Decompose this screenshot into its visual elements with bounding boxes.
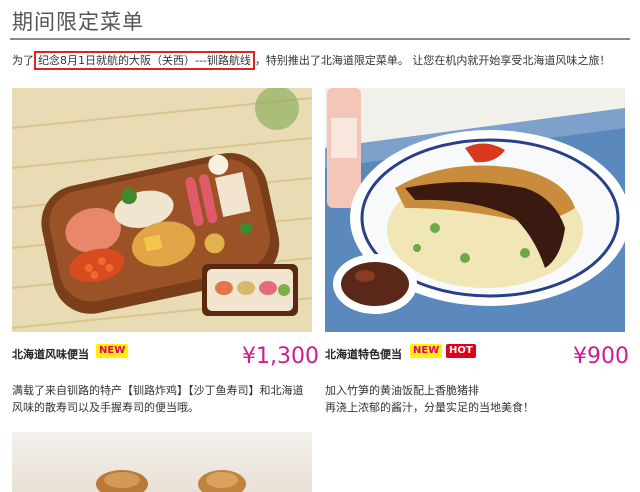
bento-illustration <box>12 88 312 332</box>
price-hokkaido-flavor-bento: ¥1,300 <box>242 344 319 369</box>
next-item-illustration <box>96 470 246 492</box>
intro-highlight: 纪念8月1日就航的大阪（关西）---钏路航线 <box>34 51 255 70</box>
item-name-hokkaido-flavor-bento: 北海道风味便当 <box>12 348 89 361</box>
title-divider <box>10 38 630 40</box>
description-line: 再浇上浓郁的酱汁，分量实足的当地美食！ <box>325 401 534 414</box>
next-item-photo[interactable] <box>12 432 312 492</box>
curry-illustration <box>325 88 625 332</box>
page-title: 期间限定菜单 <box>12 10 144 34</box>
item-name-hokkaido-specialty-bento: 北海道特色便当 <box>325 348 402 361</box>
description-line: 风味的散寿司以及手握寿司的便当哦。 <box>12 401 199 414</box>
description-hokkaido-specialty-bento: 加入竹笋的黄油饭配上香脆猪排 再浇上浓郁的酱汁，分量实足的当地美食！ <box>325 382 625 416</box>
price-hokkaido-specialty-bento: ¥900 <box>573 344 629 369</box>
description-line: 加入竹笋的黄油饭配上香脆猪排 <box>325 384 479 397</box>
intro-text: 为了 纪念8月1日就航的大阪（关西）---钏路航线 ，特别推出了北海道限定菜单。 让… <box>12 51 611 70</box>
badge-new: NEW <box>96 344 129 358</box>
intro-suffix: ，特别推出了北海道限定菜单。 让您在机内就开始享受北海道风味之旅！ <box>254 54 611 67</box>
description-line: 满载了来自钏路的特产【钏路炸鸡】【沙丁鱼寿司】和北海道 <box>12 384 304 397</box>
intro-prefix: 为了 <box>12 54 34 67</box>
badge-hot: HOT <box>446 344 476 358</box>
badge-new: NEW <box>410 344 443 358</box>
curry-photo[interactable] <box>325 88 625 332</box>
description-hokkaido-flavor-bento: 满载了来自钏路的特产【钏路炸鸡】【沙丁鱼寿司】和北海道 风味的散寿司以及手握寿司… <box>12 382 312 416</box>
bento-photo[interactable] <box>12 88 312 332</box>
